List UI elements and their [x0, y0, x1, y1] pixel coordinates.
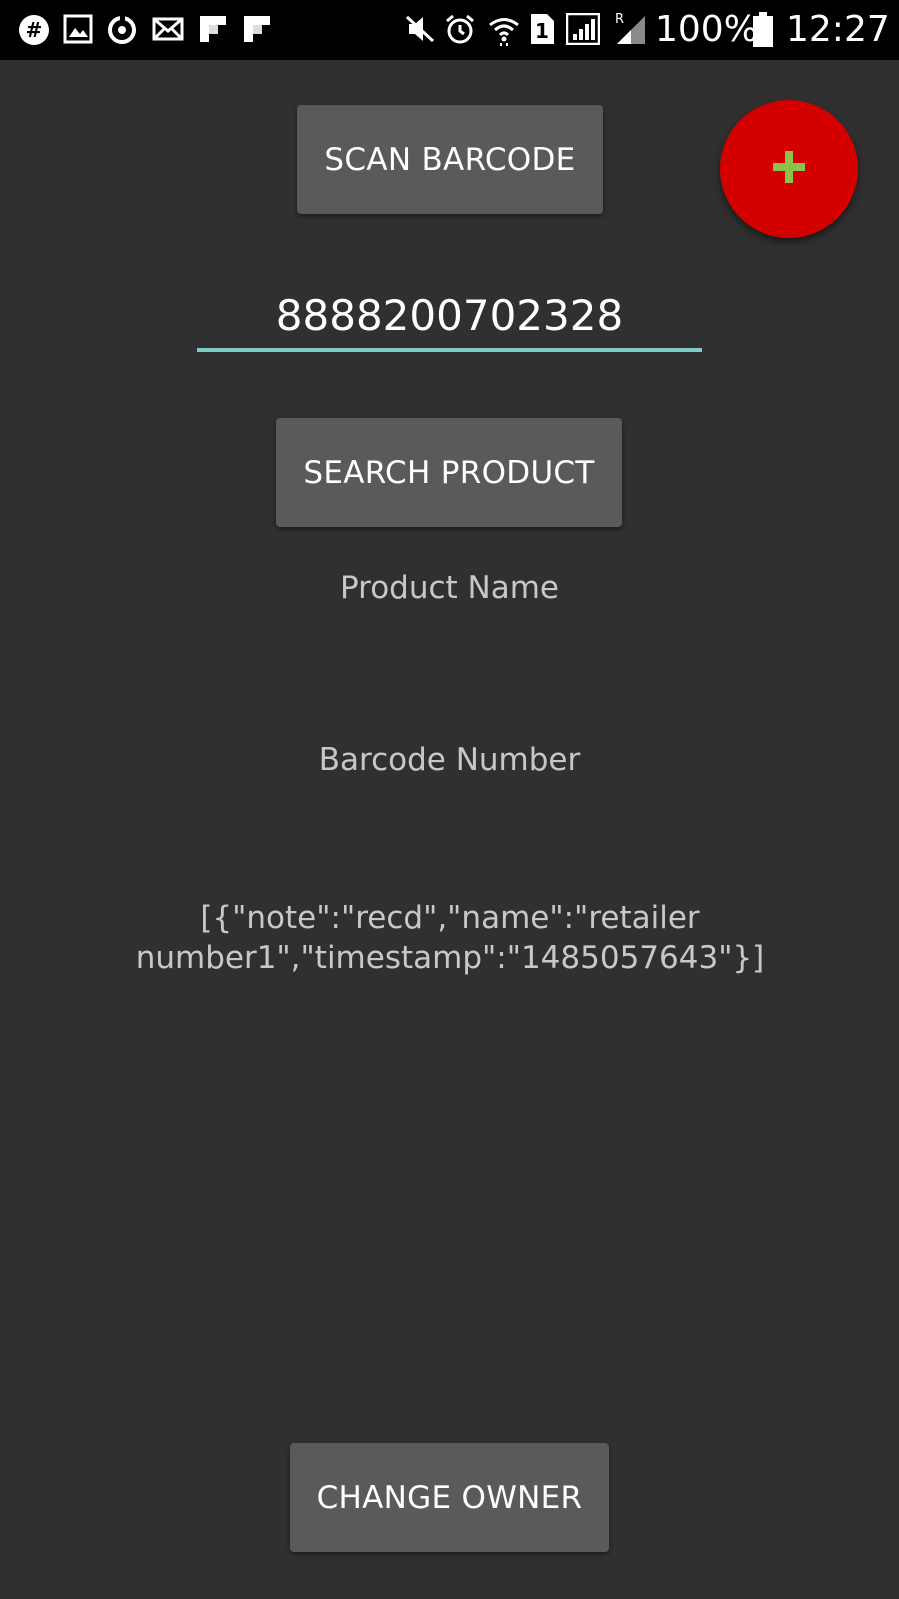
signal-icon	[565, 12, 601, 46]
search-product-label: SEARCH PRODUCT	[303, 454, 595, 491]
mute-icon	[405, 14, 435, 44]
alarm-icon	[444, 14, 474, 44]
roaming-indicator: R	[615, 12, 624, 27]
flipboard-icon	[198, 14, 228, 44]
gallery-icon	[63, 14, 93, 44]
barcode-input[interactable]	[197, 282, 702, 352]
search-product-button[interactable]: SEARCH PRODUCT	[276, 418, 622, 527]
mail-icon	[152, 14, 184, 44]
battery-icon	[752, 12, 782, 47]
scan-barcode-label: SCAN BARCODE	[324, 141, 576, 178]
clock-time: 12:27	[786, 9, 890, 50]
change-owner-button[interactable]: CHANGE OWNER	[290, 1443, 609, 1552]
signal-roaming-icon: R	[612, 10, 645, 44]
slack-icon: #	[18, 14, 49, 45]
add-fab-button[interactable]	[720, 100, 858, 238]
barcode-number-text: Barcode Number	[318, 742, 581, 778]
svg-text:#: #	[26, 18, 43, 42]
change-owner-label: CHANGE OWNER	[316, 1479, 583, 1516]
wifi-icon	[488, 14, 519, 46]
flipboard-icon	[242, 14, 272, 44]
ownership-history-text: [{"note":"recd","name":"retailer number1…	[135, 900, 765, 976]
scan-barcode-button[interactable]: SCAN BARCODE	[297, 105, 603, 214]
plus-icon	[769, 147, 809, 192]
status-bar: # 1 R 100% 12:27	[0, 0, 899, 60]
battery-percent: 100%	[655, 9, 758, 50]
sim-icon: 1	[528, 13, 558, 44]
app-screen: # 1 R 100% 12:27 SCAN BARCODE 8888200702…	[0, 0, 899, 1599]
product-name-text: Product Name	[339, 570, 559, 606]
sync-icon	[106, 14, 136, 44]
sim-slot-number: 1	[535, 19, 549, 43]
